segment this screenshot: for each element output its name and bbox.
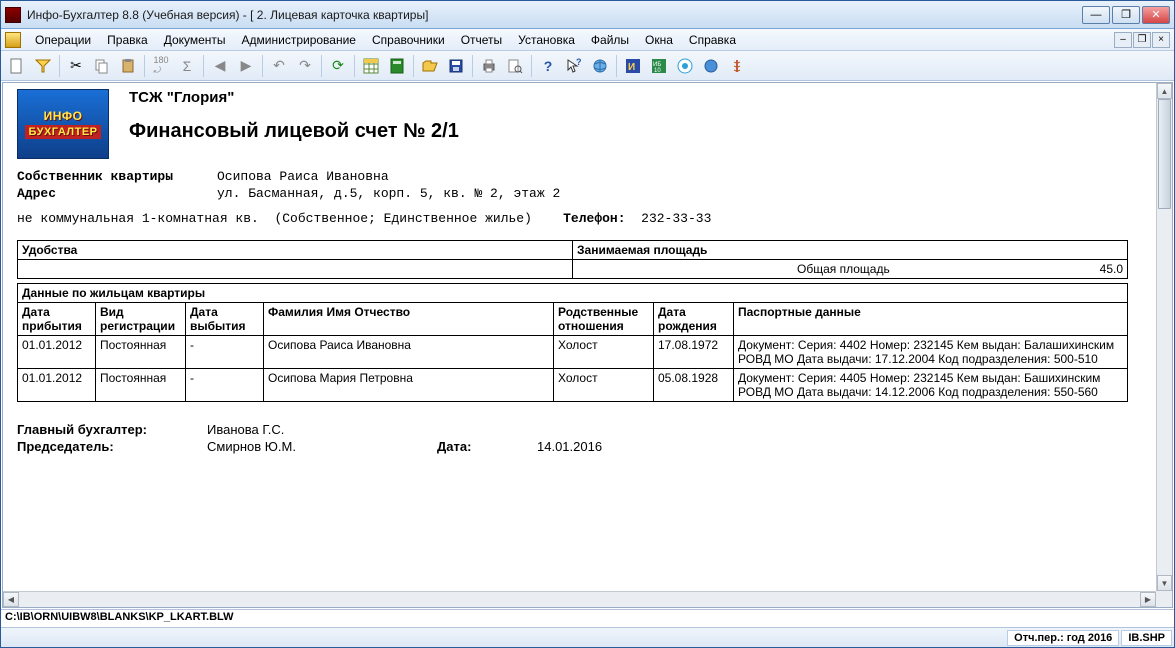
svg-text:10: 10 [654, 68, 661, 74]
menu-operations[interactable]: Операции [27, 31, 99, 49]
status-file: IB.SHP [1121, 630, 1172, 646]
browser-icon[interactable] [699, 54, 723, 78]
total-area-label: Общая площадь [797, 262, 1063, 276]
globe-icon[interactable] [588, 54, 612, 78]
chairman-value: Смирнов Ю.М. [207, 439, 437, 454]
scroll-left-icon[interactable]: ◀ [3, 592, 19, 607]
chairman-label: Председатель: [17, 439, 207, 454]
pointer-help-icon[interactable]: ? [562, 54, 586, 78]
prev-icon[interactable]: ◀ [208, 54, 232, 78]
col-regtype: Вид регистрации [96, 303, 186, 336]
col-leave: Дата выбытия [186, 303, 264, 336]
scroll-corner [1156, 591, 1172, 607]
window-title: Инфо-Бухгалтер 8.8 (Учебная версия) - [ … [27, 8, 1082, 22]
redo-icon[interactable]: ↷ [293, 54, 317, 78]
copy-icon[interactable] [90, 54, 114, 78]
org-name: ТСЖ "Глория" [129, 89, 459, 106]
owner-label: Собственник квартиры [17, 169, 217, 184]
scroll-up-icon[interactable]: ▲ [1157, 83, 1172, 99]
menu-reports[interactable]: Отчеты [453, 31, 510, 49]
col-relation: Родственные отношения [554, 303, 654, 336]
chief-accountant-value: Иванова Г.С. [207, 422, 437, 437]
address-label: Адрес [17, 186, 217, 201]
save-icon[interactable] [444, 54, 468, 78]
toolbar: ✂ 180⤾ Σ ◀ ▶ ↶ ↷ ⟳ ? ? И ИБ10 [1, 51, 1174, 81]
calc-icon[interactable] [385, 54, 409, 78]
path-bar: C:\IB\ORN\UIBW8\BLANKS\KP_LKART.BLW [1, 609, 1174, 627]
area-table: Удобства Занимаемая площадь Общая площад… [17, 240, 1128, 279]
org-logo: ИНФО БУХГАЛТЕР [17, 89, 109, 159]
grid1-icon[interactable] [359, 54, 383, 78]
col-passport: Паспортные данные [734, 303, 1128, 336]
menubar: Операции Правка Документы Администрирова… [1, 29, 1174, 51]
next-icon[interactable]: ▶ [234, 54, 258, 78]
sum-icon[interactable]: Σ [175, 54, 199, 78]
menu-help[interactable]: Справка [681, 31, 744, 49]
menu-icon [5, 32, 21, 48]
col-dob: Дата рождения [654, 303, 734, 336]
vertical-scrollbar[interactable]: ▲ ▼ [1156, 83, 1172, 591]
table-row: 01.01.2012 Постоянная - Осипова Раиса Ив… [18, 336, 1128, 369]
module2-icon[interactable]: ИБ10 [647, 54, 671, 78]
document-viewport: ИНФО БУХГАЛТЕР ТСЖ "Глория" Финансовый л… [2, 82, 1173, 608]
open-icon[interactable] [418, 54, 442, 78]
caduceus-icon[interactable] [725, 54, 749, 78]
residents-table: Данные по жильцам квартиры Дата прибытия… [17, 283, 1128, 402]
menu-files[interactable]: Файлы [583, 31, 637, 49]
help-icon[interactable]: ? [536, 54, 560, 78]
menu-setup[interactable]: Установка [510, 31, 583, 49]
menu-administration[interactable]: Администрирование [234, 31, 364, 49]
print-icon[interactable] [477, 54, 501, 78]
chief-accountant-label: Главный бухгалтер: [17, 422, 207, 437]
owner-value: Осипова Раиса Ивановна [217, 169, 389, 184]
scroll-thumb[interactable] [1158, 99, 1171, 209]
mdi-close-button[interactable]: × [1152, 32, 1170, 48]
menu-windows[interactable]: Окна [637, 31, 681, 49]
svg-text:И: И [628, 62, 635, 73]
col-arrival: Дата прибытия [18, 303, 96, 336]
minimize-button[interactable]: — [1082, 6, 1110, 24]
titlebar: Инфо-Бухгалтер 8.8 (Учебная версия) - [ … [1, 1, 1174, 29]
table-row: 01.01.2012 Постоянная - Осипова Мария Пе… [18, 369, 1128, 402]
scroll-down-icon[interactable]: ▼ [1157, 575, 1172, 591]
doc-title: Финансовый лицевой счет № 2/1 [129, 120, 459, 143]
total-area-value: 45.0 [1063, 262, 1123, 276]
menu-documents[interactable]: Документы [156, 31, 234, 49]
apartment-info: не коммунальная 1-комнатная кв. (Собстве… [17, 211, 1128, 226]
date-label: Дата: [437, 439, 537, 454]
svg-text:?: ? [576, 58, 582, 67]
paste-icon[interactable] [116, 54, 140, 78]
status-period: Отч.пер.: год 2016 [1007, 630, 1119, 646]
residents-header: Данные по жильцам квартиры [18, 284, 1128, 303]
refresh-icon[interactable]: ⟳ [326, 54, 350, 78]
menu-edit[interactable]: Правка [99, 31, 156, 49]
undo-icon[interactable]: ↶ [267, 54, 291, 78]
cut-icon[interactable]: ✂ [64, 54, 88, 78]
area-header: Занимаемая площадь [573, 241, 1128, 260]
new-icon[interactable] [5, 54, 29, 78]
status-bar: Отч.пер.: год 2016 IB.SHP [1, 627, 1174, 647]
module1-icon[interactable]: И [621, 54, 645, 78]
filter-icon[interactable] [31, 54, 55, 78]
horizontal-scrollbar[interactable]: ◀ ▶ [3, 591, 1156, 607]
app-icon [5, 7, 21, 23]
maximize-button[interactable]: ❐ [1112, 6, 1140, 24]
close-button[interactable]: ✕ [1142, 6, 1170, 24]
col-fio: Фамилия Имя Отчество [264, 303, 554, 336]
remote-icon[interactable] [673, 54, 697, 78]
preview-icon[interactable] [503, 54, 527, 78]
mdi-minimize-button[interactable]: – [1114, 32, 1132, 48]
date-value: 14.01.2016 [537, 439, 602, 454]
menu-references[interactable]: Справочники [364, 31, 453, 49]
address-value: ул. Басманная, д.5, корп. 5, кв. № 2, эт… [217, 186, 560, 201]
amenities-header: Удобства [18, 241, 573, 260]
scroll-right-icon[interactable]: ▶ [1140, 592, 1156, 607]
mdi-restore-button[interactable]: ❐ [1133, 32, 1151, 48]
rotate-icon[interactable]: 180⤾ [149, 54, 173, 78]
